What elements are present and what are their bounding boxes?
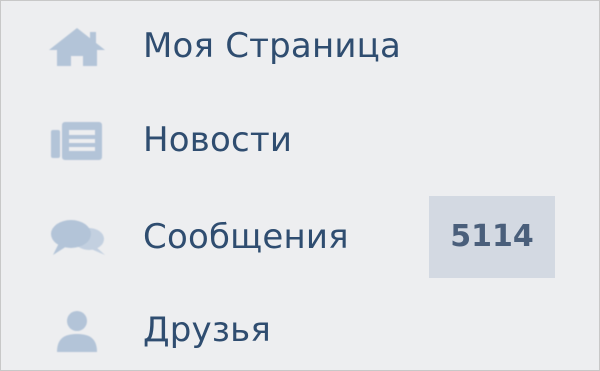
menu-item-label: Новости (143, 120, 293, 160)
unread-count-badge: 5114 (429, 196, 555, 278)
menu-item-my-page[interactable]: Моя Страница (1, 1, 599, 92)
messages-icon (45, 215, 109, 261)
menu-item-label: Друзья (143, 310, 272, 350)
home-icon (45, 24, 109, 70)
menu-item-friends[interactable]: Друзья (1, 284, 599, 370)
menu-item-messages[interactable]: Сообщения 5114 (1, 191, 599, 283)
menu-item-news[interactable]: Новости (1, 94, 599, 186)
news-icon (45, 118, 109, 164)
menu-item-label: Сообщения (143, 217, 349, 257)
friends-icon (45, 308, 109, 354)
side-menu: Моя Страница Новости Сообщения 5114 Друз… (0, 0, 600, 371)
menu-item-label: Моя Страница (143, 26, 402, 66)
